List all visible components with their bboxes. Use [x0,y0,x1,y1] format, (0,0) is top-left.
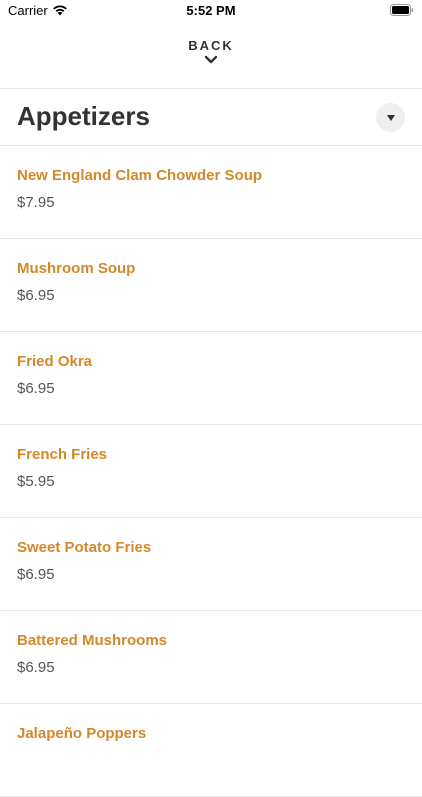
menu-list: New England Clam Chowder Soup $7.95 Mush… [0,146,422,797]
status-bar: Carrier 5:52 PM [0,0,422,24]
item-name: Battered Mushrooms [17,632,168,649]
list-item[interactable]: Sweet Potato Fries $6.95 [0,518,422,611]
item-name: French Fries [17,446,108,463]
back-label: BACK [188,38,234,53]
list-item[interactable]: New England Clam Chowder Soup $7.95 [0,146,422,239]
item-price: $6.95 [17,566,55,583]
item-name: Mushroom Soup [17,260,136,277]
section-title: Appetizers [17,101,150,131]
item-price: $7.95 [17,194,55,211]
item-name: Sweet Potato Fries [17,539,152,556]
item-price: $6.95 [17,287,55,304]
item-name: Jalapeño Poppers [17,725,147,742]
list-item[interactable]: Jalapeño Poppers [0,704,422,797]
item-name: New England Clam Chowder Soup [17,167,263,184]
back-button[interactable]: BACK [0,38,422,88]
list-item[interactable]: French Fries $5.95 [0,425,422,518]
header-divider [0,88,422,89]
status-time: 5:52 PM [186,3,236,18]
item-name: Fried Okra [17,353,93,370]
chevron-down-icon [204,55,218,64]
list-item[interactable]: Mushroom Soup $6.95 [0,239,422,332]
item-price: $6.95 [17,380,55,397]
section-dropdown-button[interactable] [376,103,405,132]
battery-icon [390,4,414,16]
caret-down-icon [386,114,395,121]
list-item[interactable]: Battered Mushrooms $6.95 [0,611,422,704]
item-price: $5.95 [17,473,55,490]
list-item[interactable]: Fried Okra $6.95 [0,332,422,425]
item-price: $6.95 [17,659,55,676]
